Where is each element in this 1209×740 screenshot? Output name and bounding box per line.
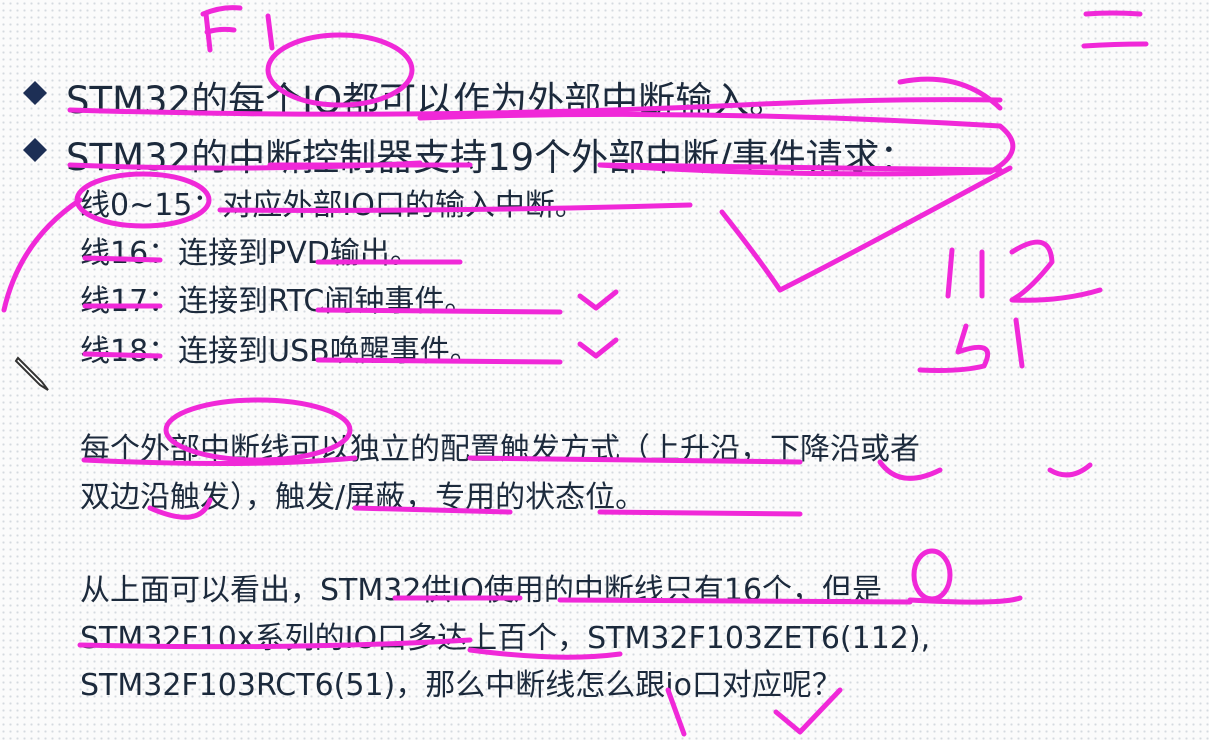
- paragraph-text: STM32F103RCT6(51)，那么中断线怎么跟io口对应呢？: [80, 668, 842, 703]
- paragraph-text: STM32F10x系列的IO口多达上百个，STM32F103ZET6(112),: [80, 621, 931, 656]
- bullet-diamond-icon: [23, 138, 47, 162]
- annotation-112: [945, 239, 1103, 303]
- bullet-diamond-icon: [23, 81, 47, 105]
- bullet-text: STM32的每个IO都可以作为外部中断输入。: [66, 79, 787, 122]
- interrupt-line-text: 线0~15：对应外部IO口的输入中断。: [80, 188, 585, 223]
- annotation-f1: [200, 5, 275, 53]
- paragraph-text: 每个外部中断线可以独立的配置触发方式（上升沿，下降沿或者: [80, 432, 920, 467]
- annotation-51: [917, 317, 1025, 373]
- bullet-text: STM32的中断控制器支持19个外部中断/事件请求：: [66, 136, 917, 179]
- interrupt-line-text: 线16：连接到PVD输出。: [80, 236, 420, 271]
- paragraph-text: 从上面可以看出，STM32供IO使用的中断线只有16个，但是: [80, 573, 883, 608]
- interrupt-line-text: 线17：连接到RTC闹钟事件。: [80, 284, 475, 319]
- paragraph-text: 双边沿触发），触发/屏蔽，专用的状态位。: [80, 480, 646, 515]
- annotation-two: [1081, 10, 1149, 49]
- interrupt-line-text: 线18：连接到USB唤醒事件。: [80, 334, 480, 369]
- slide: STM32的每个IO都可以作为外部中断输入。 STM32的中断控制器支持19个外…: [0, 0, 1209, 740]
- pen-cursor-icon: [14, 356, 49, 391]
